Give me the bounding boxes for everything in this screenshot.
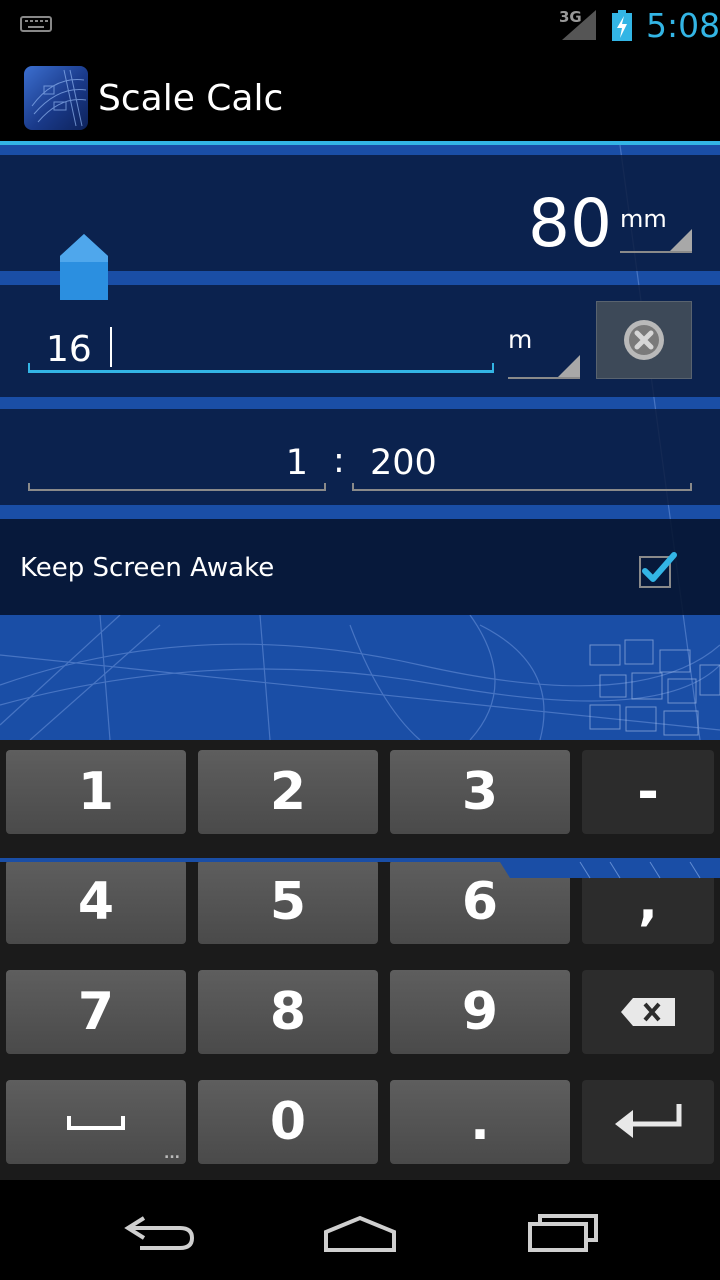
field-tick <box>352 483 354 491</box>
scale-panel: 1 : 200 <box>0 409 720 505</box>
clock: 5:08 <box>646 6 720 45</box>
field-underline <box>28 489 326 491</box>
key-4[interactable]: 4 <box>6 860 186 944</box>
real-measure-input[interactable]: 16 <box>28 321 494 373</box>
space-key-hint: ... <box>164 1146 180 1162</box>
drawing-unit-label: mm <box>620 205 667 233</box>
key-2[interactable]: 2 <box>198 750 378 834</box>
scale-right-value: 200 <box>370 443 437 483</box>
key-5[interactable]: 5 <box>198 860 378 944</box>
text-cursor <box>110 327 112 367</box>
status-bar: 3G 5:08 <box>0 0 720 50</box>
clear-icon <box>624 320 664 360</box>
input-corner-left <box>28 363 30 373</box>
spinner-underline <box>620 251 692 253</box>
real-measure-value: 16 <box>46 329 92 370</box>
text-selection-handle[interactable] <box>58 232 110 304</box>
enter-icon <box>615 1104 682 1138</box>
space-key[interactable]: ... <box>6 1080 186 1164</box>
field-tick <box>28 483 30 491</box>
field-tick <box>324 483 326 491</box>
keep-awake-label: Keep Screen Awake <box>20 553 275 583</box>
battery-charging-icon <box>612 10 632 41</box>
scale-right-field[interactable]: 200 <box>352 435 692 491</box>
key-8[interactable]: 8 <box>198 970 378 1054</box>
numeric-keyboard: 1 2 3 - 4 5 6 , 7 8 9 ... 0 . <box>0 740 720 1180</box>
field-underline <box>352 489 692 491</box>
app-title: Scale Calc <box>98 78 284 119</box>
key-9[interactable]: 9 <box>390 970 570 1054</box>
space-icon <box>67 1116 125 1130</box>
scale-separator: : <box>333 441 345 481</box>
drawing-measure-value[interactable]: 80 <box>528 185 612 262</box>
action-bar: Scale Calc <box>0 50 720 142</box>
key-1[interactable]: 1 <box>6 750 186 834</box>
scale-left-value: 1 <box>285 443 308 483</box>
clear-button[interactable] <box>596 301 692 379</box>
home-icon[interactable] <box>320 1210 400 1254</box>
back-icon[interactable] <box>120 1210 200 1254</box>
input-underline <box>28 370 494 373</box>
scale-left-field[interactable]: 1 <box>28 435 326 491</box>
keep-awake-checkbox[interactable] <box>638 549 678 589</box>
keep-awake-row[interactable]: Keep Screen Awake <box>0 519 720 615</box>
key-6[interactable]: 6 <box>390 860 570 944</box>
enter-key[interactable] <box>582 1080 714 1164</box>
key-comma[interactable]: , <box>582 860 714 944</box>
spinner-arrow-icon <box>668 229 692 253</box>
key-minus[interactable]: - <box>582 750 714 834</box>
network-type-label: 3G <box>559 8 582 26</box>
spinner-underline <box>508 377 580 379</box>
key-7[interactable]: 7 <box>6 970 186 1054</box>
spinner-arrow-icon <box>556 355 580 379</box>
key-dot[interactable]: . <box>390 1080 570 1164</box>
field-tick <box>690 483 692 491</box>
key-0[interactable]: 0 <box>198 1080 378 1164</box>
backspace-icon <box>621 998 675 1026</box>
keyboard-icon <box>20 16 52 32</box>
key-3[interactable]: 3 <box>390 750 570 834</box>
real-unit-label: m <box>508 325 533 354</box>
navigation-bar <box>0 1180 720 1280</box>
input-corner-right <box>492 363 494 373</box>
blueprint-app-icon[interactable] <box>24 66 88 130</box>
backspace-key[interactable] <box>582 970 714 1054</box>
recent-apps-icon[interactable] <box>522 1210 602 1254</box>
